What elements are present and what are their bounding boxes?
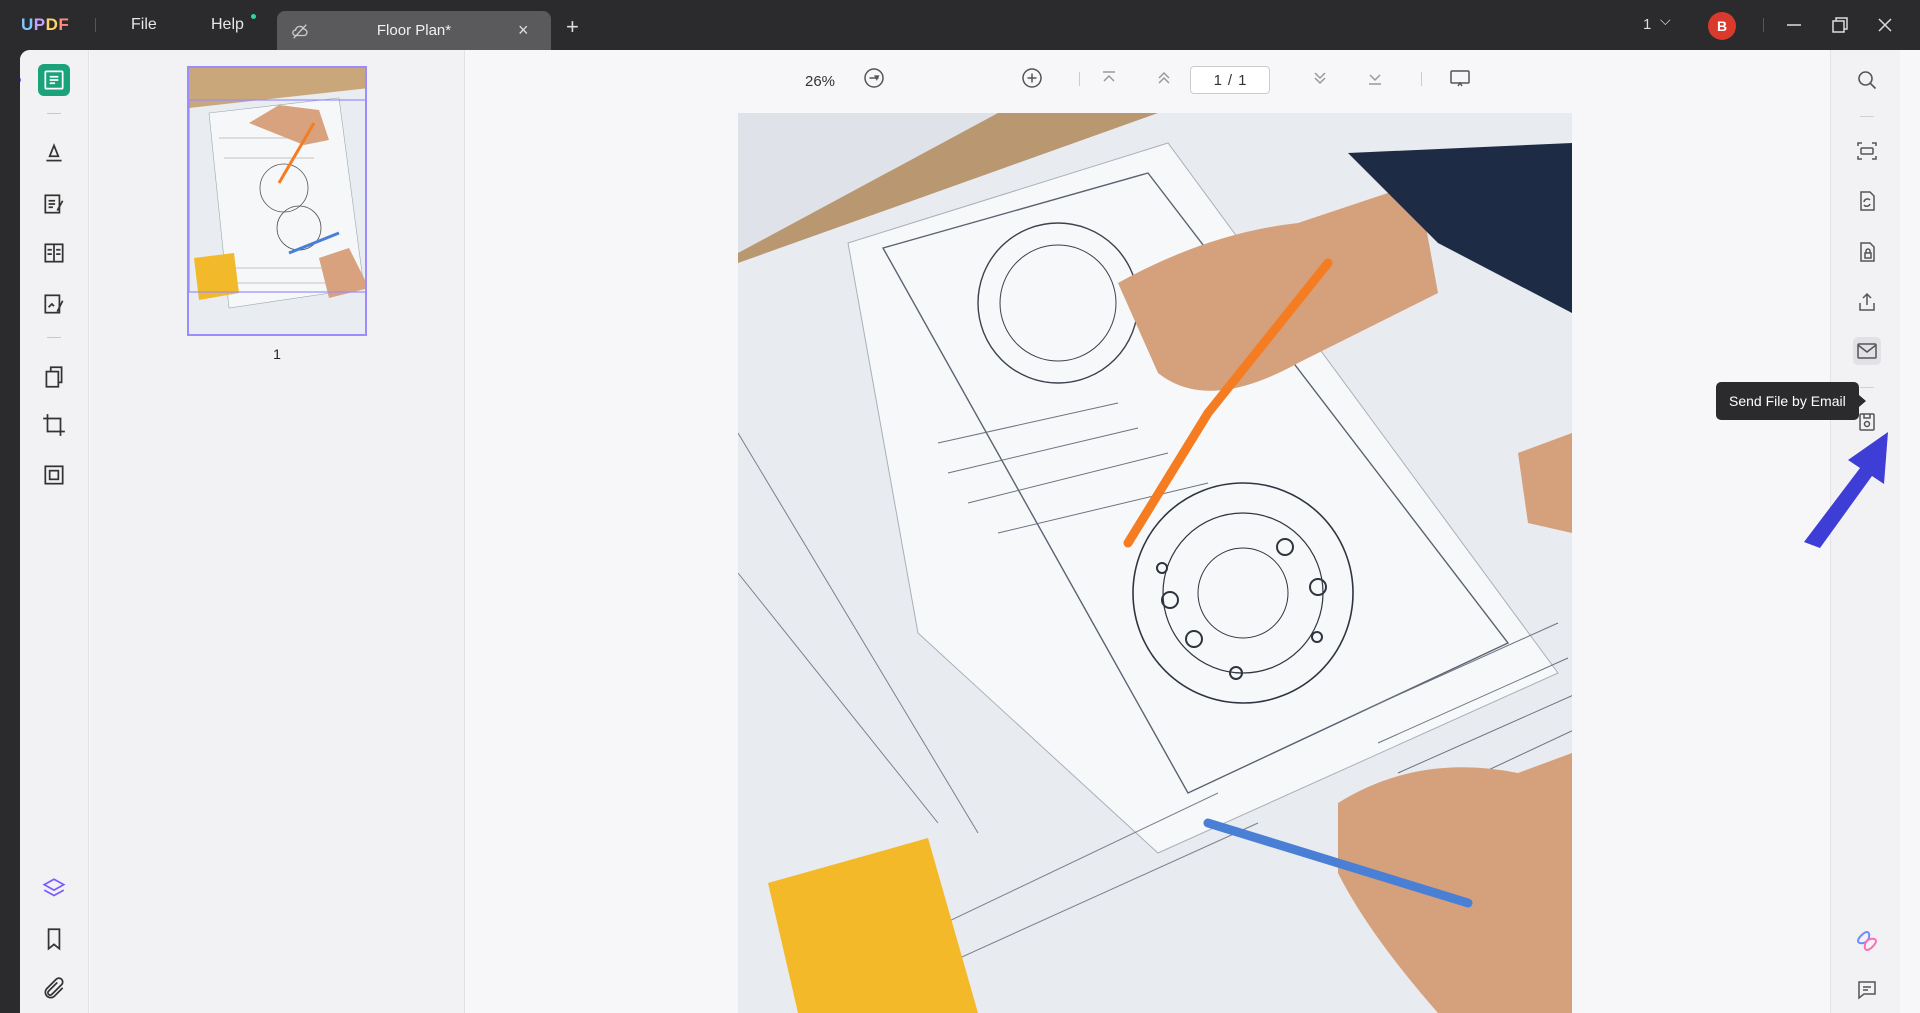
logo-letter: P [33,15,46,34]
minimize-icon[interactable] [1782,13,1806,37]
share-icon [1859,292,1875,311]
avatar[interactable]: B [1708,12,1736,40]
divider [1079,72,1080,86]
convert-button[interactable] [1853,187,1881,215]
copy-icon [44,465,64,485]
new-tab-button[interactable]: + [566,14,579,40]
first-page-icon[interactable] [1097,66,1121,90]
attachment-button[interactable] [38,973,70,1005]
thumbnail-panel: 1 [90,50,465,1013]
presentation-icon[interactable] [1448,66,1472,90]
total-pages: 1 [1238,71,1247,89]
bookmark-button[interactable] [38,923,70,955]
crop-icon [43,414,65,436]
share-button[interactable] [1853,288,1881,316]
form-icon [44,243,64,263]
zoom-in-icon[interactable] [1020,66,1044,90]
sign-icon [44,294,64,314]
layers-button[interactable] [38,873,70,905]
ocr-icon [1857,142,1877,160]
page-separator: / [1227,71,1233,89]
divider [95,18,96,32]
document-tab[interactable]: Floor Plan* × [277,11,551,50]
next-page-icon[interactable] [1308,66,1332,90]
edit-pdf-button[interactable] [38,188,70,220]
page-number-input[interactable]: 1 / 1 [1190,66,1270,94]
updf-logo[interactable]: UPDF [21,15,69,35]
highlighter-icon [46,143,62,162]
send-email-button[interactable] [1853,337,1881,365]
comment-tool-button[interactable] [38,137,70,169]
ai-assistant-button[interactable] [1853,927,1881,955]
pdf-page[interactable] [738,113,1572,1013]
divider [1860,116,1874,117]
convert-icon [1860,191,1875,211]
search-icon [1858,71,1877,90]
logo-letter: D [45,15,59,34]
pages-icon [45,366,63,388]
window-count[interactable]: 1 [1643,16,1651,33]
layers-icon [42,878,66,897]
main-area: 1 26% ▾ 1 / 1 Send File by Email [20,50,1920,1013]
indicator-dot [20,77,21,83]
divider [1860,387,1874,388]
close-icon[interactable] [1873,13,1897,37]
organize-pages-button[interactable] [38,361,70,393]
chevron-down-icon[interactable]: ⌵ [1660,12,1671,29]
lock-file-icon [1860,242,1875,262]
last-page-icon[interactable] [1363,66,1387,90]
ocr-button[interactable] [1853,137,1881,165]
mail-icon [1857,343,1877,359]
current-page: 1 [1213,71,1222,89]
paperclip-icon [44,977,64,999]
document-viewer[interactable]: 26% ▾ 1 / 1 [466,50,1850,1013]
previous-page-icon[interactable] [1152,66,1176,90]
page-thumbnail[interactable] [187,66,367,336]
left-toolbar [20,50,89,1013]
zoom-level[interactable]: 26% [805,73,835,90]
page-image [738,113,1572,1013]
title-bar: UPDF File Help Floor Plan* × + 1 ⌵ B [0,0,1920,50]
restore-icon[interactable] [1828,13,1852,37]
divider [1421,72,1422,86]
search-button[interactable] [1853,66,1881,94]
viewer-toolbar: 26% ▾ 1 / 1 [466,50,1850,104]
fill-sign-button[interactable] [38,288,70,320]
crop-tool-button[interactable] [38,409,70,441]
thumbnail-page-number: 1 [273,346,281,362]
bookmark-icon [47,928,61,951]
pointer-arrow-icon [1804,432,1888,548]
menu-help[interactable]: Help [211,16,244,34]
page-tools-button[interactable] [38,459,70,491]
comment-icon [1858,981,1876,1000]
ai-icon [1856,930,1878,952]
protect-button[interactable] [1853,238,1881,266]
divider [1763,18,1764,32]
comments-panel-button[interactable] [1853,976,1881,1004]
menu-file[interactable]: File [131,16,157,34]
divider [47,113,61,114]
logo-letter: F [58,15,70,34]
edit-icon [44,194,64,214]
reader-icon [44,70,64,90]
divider [47,337,61,338]
thumbnail-image [189,68,365,334]
logo-letter: U [21,15,34,34]
zoom-dropdown-icon[interactable]: ▾ [874,71,880,84]
tab-title: Floor Plan* [376,22,452,39]
form-tool-button[interactable] [38,237,70,269]
tab-close-button[interactable]: × [518,20,529,41]
reader-mode-button[interactable] [38,64,70,96]
notification-dot [251,14,256,19]
tooltip: Send File by Email [1716,382,1866,420]
